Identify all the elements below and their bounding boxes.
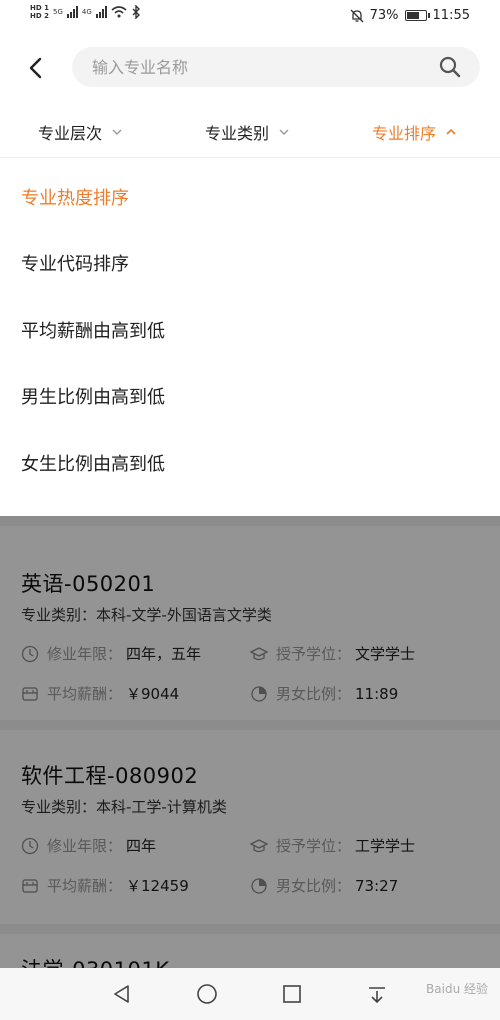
chevron-down-icon: [279, 129, 289, 135]
status-right: 73% 11:55: [350, 8, 470, 23]
hd-indicator: HD 1 HD 2: [30, 4, 49, 20]
chevron-up-icon: [446, 128, 456, 135]
battery-percent: 73%: [369, 8, 399, 23]
dim-overlay[interactable]: [0, 516, 500, 968]
system-nav-bar: Baidu 经验: [0, 968, 500, 1020]
sort-menu: 专业热度排序 专业代码排序 平均薪酬由高到低 男生比例由高到低 女生比例由高到低: [0, 160, 500, 516]
nav-notification-icon[interactable]: [365, 982, 389, 1006]
search-icon[interactable]: [438, 55, 462, 79]
search-input[interactable]: [92, 57, 412, 77]
hd2-label: HD 2: [30, 12, 49, 20]
nav-recents-icon[interactable]: [280, 982, 304, 1006]
status-left: HD 1 HD 2 5G 4G: [30, 4, 141, 20]
chevron-down-icon: [112, 129, 122, 135]
filter-category-label: 专业类别: [205, 124, 270, 143]
signal-icon-2: [95, 6, 107, 18]
sort-option-salary[interactable]: 平均薪酬由高到低: [21, 317, 165, 343]
signal-icon: [66, 6, 78, 18]
header: [0, 40, 500, 96]
nav-back-icon[interactable]: [110, 982, 134, 1006]
filter-category[interactable]: 专业类别: [205, 120, 289, 144]
sort-option-female-ratio[interactable]: 女生比例由高到低: [21, 450, 165, 476]
bluetooth-icon: [132, 5, 140, 19]
hd1-label: HD 1: [30, 4, 49, 12]
back-arrow-icon[interactable]: [22, 54, 50, 82]
status-bar: HD 1 HD 2 5G 4G 73% 11:55: [0, 0, 500, 34]
filter-bar: 专业层次 专业类别 专业排序: [0, 106, 500, 158]
sort-option-popularity[interactable]: 专业热度排序: [21, 184, 129, 210]
watermark: Baidu 经验: [426, 982, 488, 996]
sort-option-male-ratio[interactable]: 男生比例由高到低: [21, 383, 165, 409]
wifi-icon: [111, 6, 127, 18]
filter-level[interactable]: 专业层次: [38, 120, 122, 144]
filter-sort-label: 专业排序: [372, 124, 437, 143]
mute-bell-icon: [350, 9, 364, 22]
search-bar[interactable]: [72, 47, 480, 87]
clock: 11:55: [432, 8, 470, 23]
sort-option-code[interactable]: 专业代码排序: [21, 250, 129, 276]
battery-fill: [406, 12, 419, 19]
network1-label: 5G: [52, 8, 63, 16]
network2-label: 4G: [81, 8, 92, 16]
filter-level-label: 专业层次: [38, 124, 103, 143]
filter-sort[interactable]: 专业排序: [372, 120, 456, 144]
battery-icon: [404, 10, 430, 21]
nav-home-icon[interactable]: [195, 982, 219, 1006]
